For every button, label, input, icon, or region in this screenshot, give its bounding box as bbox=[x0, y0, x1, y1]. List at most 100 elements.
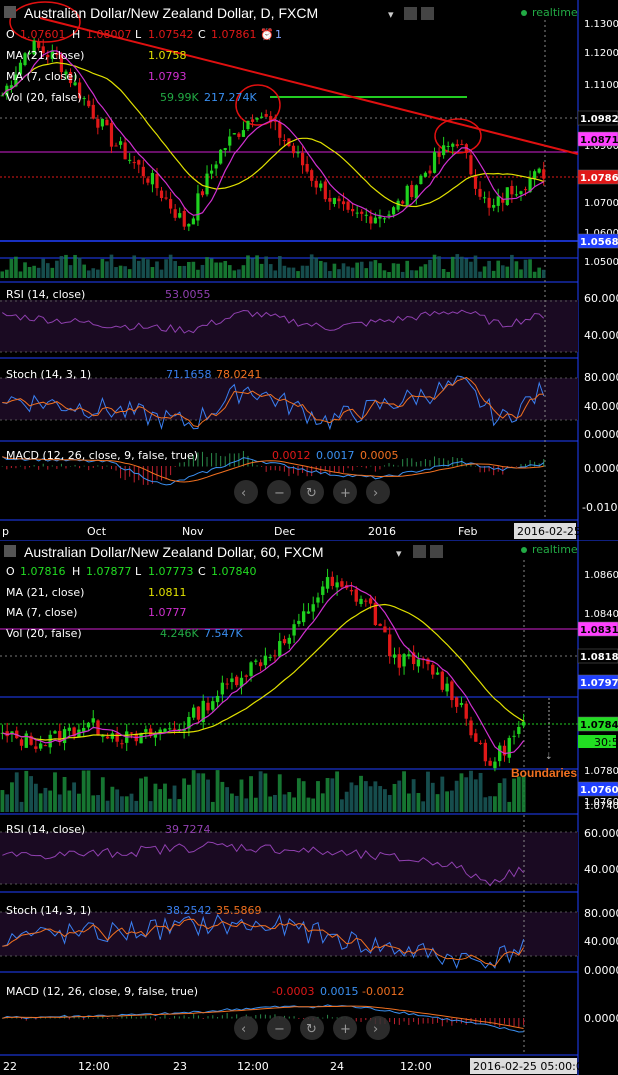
daily-low: 1.07542 bbox=[148, 28, 194, 41]
collapse-icon[interactable] bbox=[4, 545, 16, 557]
back-icon[interactable]: ‹ bbox=[241, 486, 246, 501]
candle-body bbox=[428, 170, 432, 174]
hourly-chart[interactable]: ⇣ Australian Dollar/New Zealand Dollar, … bbox=[0, 540, 618, 1075]
macd-hist-bar bbox=[413, 1018, 415, 1022]
reset-icon[interactable]: ↻ bbox=[306, 1022, 317, 1037]
candle-body bbox=[205, 173, 209, 195]
candle-body bbox=[120, 743, 124, 745]
reset-icon[interactable]: ↻ bbox=[306, 486, 317, 501]
close-icon[interactable] bbox=[430, 545, 443, 558]
collapse-icon[interactable] bbox=[4, 6, 16, 18]
candle-body bbox=[191, 707, 196, 718]
volume-bar bbox=[532, 271, 537, 278]
candle-body bbox=[67, 727, 72, 731]
macd-hist-bar bbox=[101, 466, 103, 470]
macd-hist-bar bbox=[274, 466, 276, 471]
volume-bar bbox=[311, 798, 316, 812]
zoom-in-icon[interactable]: + bbox=[340, 486, 351, 501]
macd-hist-bar bbox=[56, 466, 58, 469]
volume-bar bbox=[53, 772, 57, 812]
zoom-in-icon[interactable]: + bbox=[340, 1022, 351, 1037]
macd-hist-bar bbox=[361, 466, 363, 468]
macd-hist-bar bbox=[221, 1015, 223, 1019]
volume-bar bbox=[432, 254, 437, 278]
volume-bar bbox=[318, 260, 323, 278]
candle-body bbox=[115, 733, 119, 742]
candle-body bbox=[469, 720, 473, 736]
candle-body bbox=[200, 191, 205, 196]
close-icon[interactable] bbox=[421, 7, 434, 20]
volume-bar bbox=[227, 265, 232, 278]
volume-bar bbox=[287, 267, 291, 278]
candle-body bbox=[337, 198, 341, 202]
settings-icon[interactable] bbox=[404, 7, 417, 20]
volume-bar bbox=[402, 771, 406, 812]
daily-ma7-value: 1.0793 bbox=[148, 70, 187, 83]
daily-time-tick-0: p bbox=[2, 525, 9, 538]
candle-body bbox=[82, 98, 86, 100]
daily-time-tick-4: 2016 bbox=[368, 525, 396, 538]
daily-stoch-d: 78.0241 bbox=[216, 368, 262, 381]
candle-body bbox=[512, 735, 516, 737]
candle-body bbox=[373, 217, 377, 224]
volume-bar bbox=[325, 778, 330, 812]
volume-bar bbox=[359, 775, 363, 812]
candle-body bbox=[132, 162, 136, 164]
macd-hist-bar bbox=[247, 455, 249, 467]
macd-hist-bar bbox=[126, 1016, 128, 1019]
settings-icon[interactable] bbox=[413, 545, 426, 558]
candle-body bbox=[435, 672, 440, 675]
daily-alert-count: 1 bbox=[275, 28, 282, 41]
candle-body bbox=[159, 190, 164, 199]
zoom-out-icon[interactable]: − bbox=[274, 1022, 285, 1037]
macd-hist-bar bbox=[256, 465, 258, 467]
daily-chart-canvas[interactable]: Australian Dollar/New Zealand Dollar, D,… bbox=[0, 0, 618, 540]
macd-hist-bar bbox=[415, 461, 417, 467]
macd-hist-bar bbox=[165, 466, 167, 480]
macd-hist-bar bbox=[394, 1018, 395, 1025]
volume-bar bbox=[232, 270, 237, 278]
volume-bar bbox=[5, 794, 10, 812]
chevron-down-icon[interactable]: ▾ bbox=[396, 547, 402, 560]
macd-hist-bar bbox=[92, 1018, 94, 1019]
back-icon[interactable]: ‹ bbox=[241, 1022, 246, 1037]
volume-bar bbox=[323, 262, 328, 278]
macd-hist-bar bbox=[212, 1015, 214, 1019]
candle-body bbox=[426, 658, 430, 665]
candle-body bbox=[246, 120, 250, 130]
zoom-out-icon[interactable]: − bbox=[274, 486, 285, 501]
volume-bar bbox=[201, 773, 206, 812]
macd-hist-bar bbox=[10, 466, 12, 468]
candle-body bbox=[437, 152, 441, 157]
macd-hist-bar bbox=[434, 456, 436, 467]
macd-hist-bar bbox=[15, 466, 17, 469]
alert-icon[interactable]: ⏰ bbox=[260, 27, 274, 41]
volume-bar bbox=[497, 783, 502, 812]
volume-bar bbox=[134, 800, 139, 812]
chevron-down-icon[interactable]: ▾ bbox=[388, 8, 394, 21]
macd-hist-bar bbox=[38, 466, 40, 470]
candle-body bbox=[123, 142, 127, 160]
candle-body bbox=[496, 196, 500, 206]
volume-bar bbox=[186, 784, 191, 812]
volume-bar bbox=[196, 269, 200, 278]
candle-body bbox=[459, 703, 464, 705]
volume-bar bbox=[173, 261, 177, 278]
daily-chart[interactable]: Australian Dollar/New Zealand Dollar, D,… bbox=[0, 0, 618, 540]
price-flag-label: 1.07970 bbox=[580, 678, 618, 689]
volume-bar bbox=[278, 256, 282, 278]
candle-body bbox=[388, 634, 392, 657]
candle-body bbox=[391, 207, 396, 215]
macd-hist-bar bbox=[102, 1016, 104, 1019]
volume-bar bbox=[282, 265, 287, 278]
macd-hist-bar bbox=[422, 1018, 424, 1024]
macd-hist-bar bbox=[111, 1017, 113, 1019]
forward-icon[interactable]: › bbox=[373, 1022, 378, 1037]
daily-h-label: H bbox=[72, 28, 80, 41]
volume-bar bbox=[220, 781, 225, 812]
price-flag-label: 1.08317 bbox=[580, 625, 618, 636]
hourly-chart-canvas[interactable]: ⇣ Australian Dollar/New Zealand Dollar, … bbox=[0, 540, 618, 1075]
macd-hist-bar bbox=[183, 1015, 185, 1019]
forward-icon[interactable]: › bbox=[373, 486, 378, 501]
candle-body bbox=[445, 683, 449, 692]
